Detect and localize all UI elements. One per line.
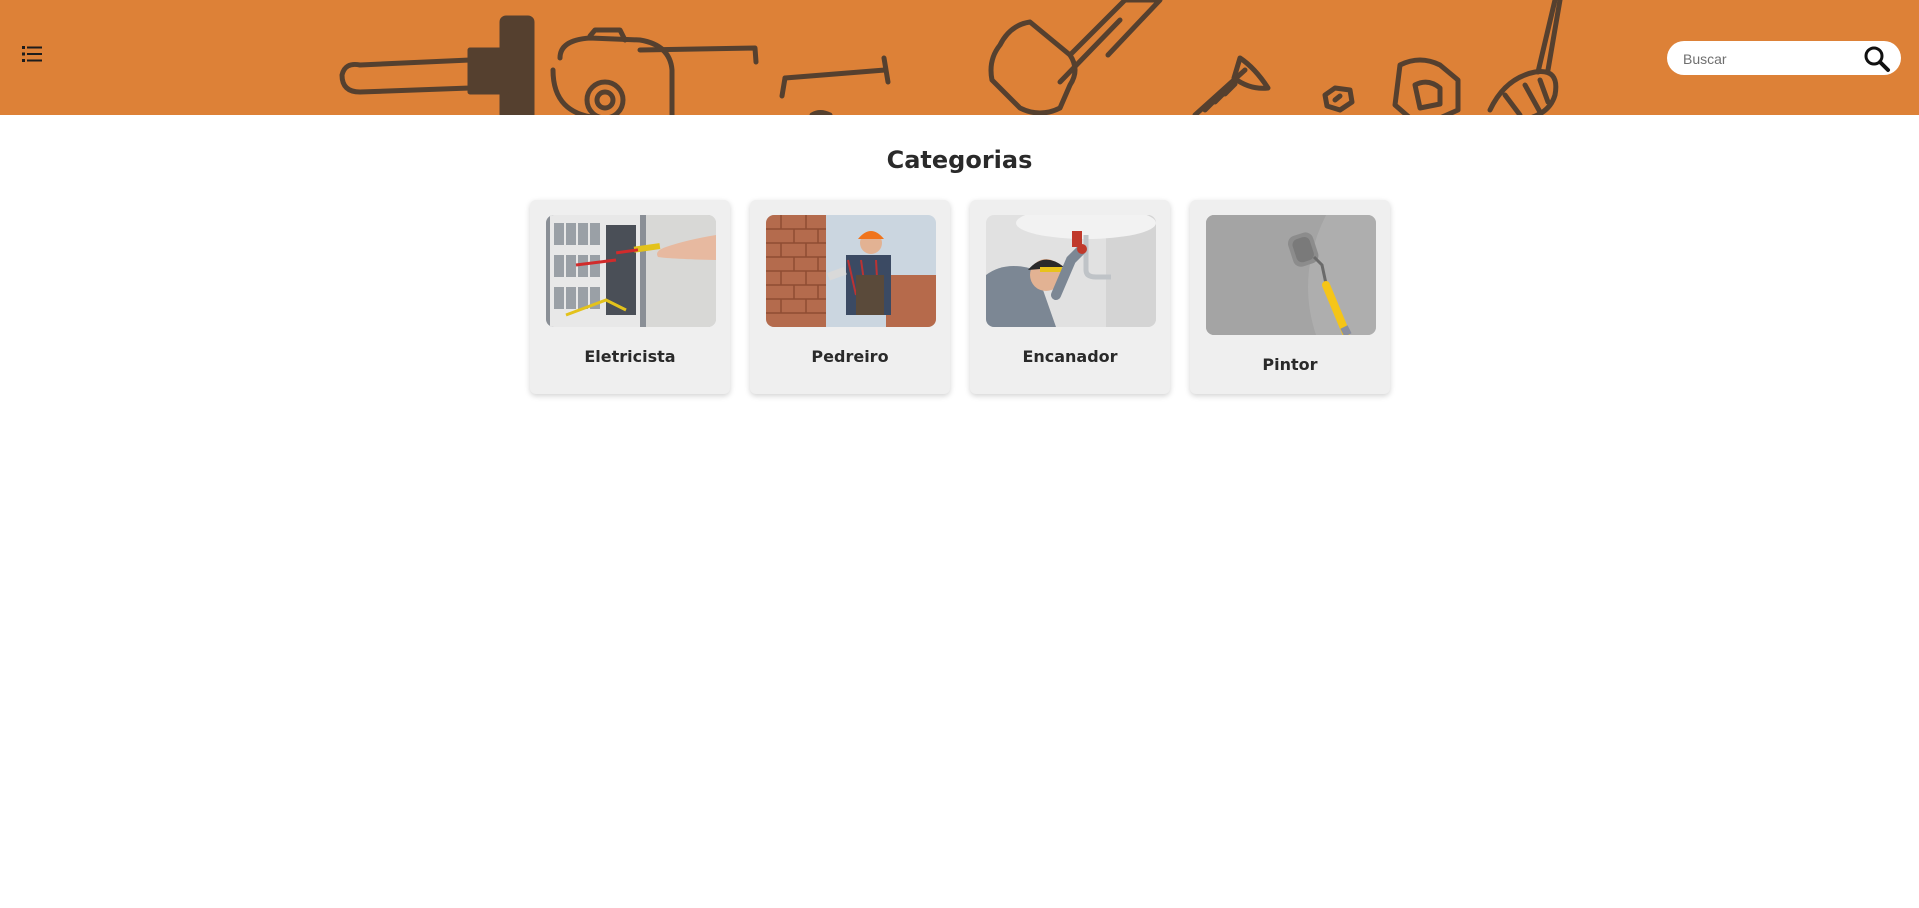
plumber-photo (986, 215, 1156, 327)
page-title: Categorias (886, 146, 1033, 174)
bricklayer-photo (766, 215, 936, 327)
list-icon (22, 46, 42, 62)
category-card-pedreiro[interactable]: Pedreiro (750, 200, 950, 394)
search-input[interactable] (1681, 41, 1860, 77)
search-icon (1864, 46, 1890, 72)
electrician-photo (546, 215, 716, 327)
site-header (0, 0, 1919, 115)
category-card-eletricista[interactable]: Eletricista (530, 200, 730, 394)
menu-button[interactable] (20, 42, 44, 66)
category-card-encanador[interactable]: Encanador (970, 200, 1170, 394)
category-label: Pintor (1262, 355, 1318, 374)
category-label: Eletricista (584, 347, 676, 366)
tools-illustration (339, 0, 1563, 115)
category-label: Pedreiro (811, 347, 889, 366)
painter-photo (1206, 215, 1376, 335)
category-card-pintor[interactable]: Pintor (1190, 200, 1390, 394)
search-button[interactable] (1862, 45, 1892, 73)
search-box (1667, 41, 1901, 77)
category-label: Encanador (1022, 347, 1118, 366)
